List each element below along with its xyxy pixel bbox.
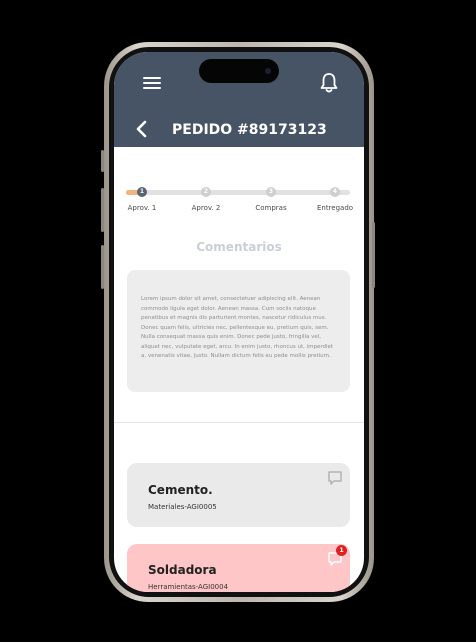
- step-1-label: Aprov. 1: [127, 204, 157, 212]
- volume-down-button: [101, 245, 104, 289]
- action-button: [101, 150, 104, 172]
- app-header: PEDIDO #89173123: [114, 52, 364, 147]
- dynamic-island: [199, 59, 279, 83]
- step-4-indicator: 4: [330, 187, 340, 197]
- back-arrow-icon[interactable]: [134, 119, 150, 139]
- section-divider: [114, 422, 364, 423]
- power-button: [372, 222, 375, 288]
- step-3-label: Compras: [255, 204, 287, 212]
- step-2-label: Aprov. 2: [191, 204, 221, 212]
- chat-icon[interactable]: [327, 470, 343, 486]
- progress-track: [126, 190, 350, 195]
- camera-icon: [265, 68, 271, 74]
- menu-icon[interactable]: [143, 75, 161, 91]
- item-name: Soldadora: [148, 563, 217, 577]
- app-screen: PEDIDO #89173123 1 2 3 4 Aprov. 1 Aprov.…: [114, 52, 364, 592]
- page-title: PEDIDO #89173123: [172, 122, 327, 138]
- volume-up-button: [101, 188, 104, 232]
- notification-badge: 1: [336, 545, 347, 556]
- step-4-label: Entregado: [316, 204, 354, 212]
- comment-text: Lorem ipsum dolor sit amet, consectetuer…: [141, 296, 334, 359]
- item-card-soldadora[interactable]: Soldadora Herramientas-AGI0004 1: [127, 544, 350, 592]
- item-name: Cemento.: [148, 483, 213, 497]
- step-3-indicator: 3: [266, 187, 276, 197]
- bell-icon[interactable]: [319, 72, 339, 94]
- item-code: Materiales-AGI0005: [148, 503, 217, 511]
- step-1-indicator: 1: [137, 187, 147, 197]
- comments-title: Comentarios: [196, 240, 282, 254]
- item-card-cemento[interactable]: Cemento. Materiales-AGI0005: [127, 463, 350, 527]
- step-2-indicator: 2: [201, 187, 211, 197]
- item-code: Herramientas-AGI0004: [148, 583, 229, 591]
- comments-box: Lorem ipsum dolor sit amet, consectetuer…: [127, 270, 350, 392]
